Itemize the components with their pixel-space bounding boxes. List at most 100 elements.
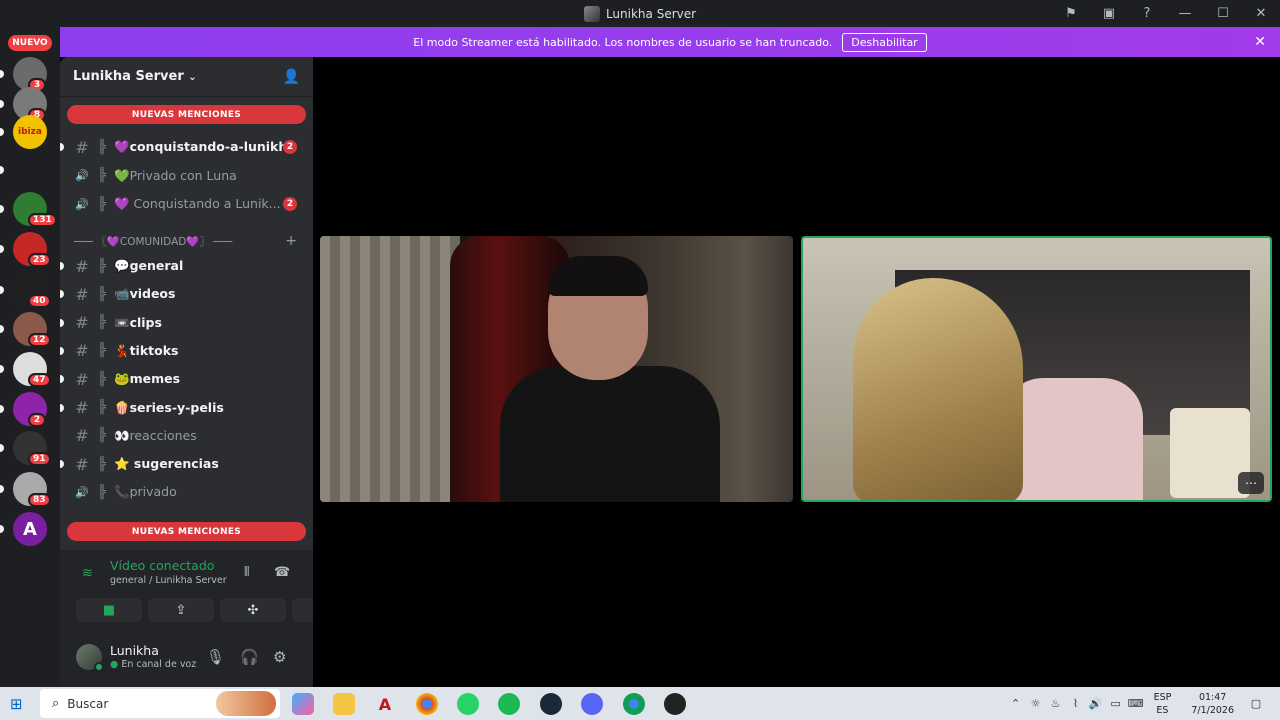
copilot-icon[interactable]	[292, 693, 314, 715]
invite-icon[interactable]: 👤	[283, 69, 300, 85]
close-banner-icon[interactable]: ✕	[1254, 34, 1266, 50]
channel-item[interactable]: # ╠ 💬general	[60, 253, 313, 279]
volume-icon[interactable]: 🔊	[1086, 697, 1106, 710]
windows-start-icon[interactable]: ⊞	[10, 695, 23, 713]
new-mentions-top[interactable]: NUEVAS MENCIONES	[67, 105, 306, 124]
inbox-icon[interactable]: ▣	[1090, 0, 1128, 27]
unread-indicator	[60, 346, 64, 355]
unread-indicator	[0, 245, 4, 253]
tree-glyph: ╠	[98, 196, 106, 212]
channel-item[interactable]: # ╠ 🍿series-y-pelis	[60, 395, 313, 421]
video-person	[500, 366, 720, 502]
channel-item[interactable]: 🔊 ╠ 💚Privado con Luna	[60, 163, 313, 189]
activities-button[interactable]: ✣	[220, 598, 286, 622]
chrome-profile-icon[interactable]	[623, 693, 645, 715]
server-icon-3[interactable]	[13, 153, 47, 187]
settings-gear-icon[interactable]: ⚙	[273, 648, 286, 666]
camera-button[interactable]: ■	[76, 598, 142, 622]
file-explorer-icon[interactable]	[333, 693, 355, 715]
battery-icon[interactable]: ▭	[1106, 697, 1126, 710]
server-icon-2[interactable]: ibiza	[13, 115, 47, 149]
close-window-button[interactable]: ✕	[1242, 0, 1280, 27]
tree-glyph: ╠	[98, 371, 106, 387]
headphones-icon[interactable]: 🎧	[240, 648, 259, 666]
discord-icon[interactable]	[581, 693, 603, 715]
unread-indicator	[60, 143, 64, 151]
disable-streamer-button[interactable]: Deshabilitar	[842, 32, 927, 52]
server-header[interactable]: Lunikha Server ⌄ 👤	[60, 57, 313, 97]
voice-panel: ≋ Vídeo conectado general / Lunikha Serv…	[60, 550, 358, 634]
disconnect-icon[interactable]: ☎	[274, 565, 290, 580]
chevron-up-icon[interactable]: ⌃	[1006, 697, 1026, 710]
notifications-icon[interactable]: ▢	[1246, 697, 1266, 710]
server-badge: 91	[28, 452, 51, 466]
server-icon-12[interactable]: A	[13, 512, 47, 546]
taskbar-search[interactable]: ⌕ Buscar	[40, 689, 280, 718]
server-badge: 40	[28, 294, 51, 308]
language-indicator[interactable]: ESP ES	[1154, 691, 1172, 717]
channel-name: 👀reacciones	[114, 427, 197, 443]
hash-icon: #	[75, 256, 89, 276]
more-options-icon[interactable]: ⋯	[1238, 472, 1264, 494]
signal-icon[interactable]: ≋	[82, 566, 93, 581]
noise-suppression-icon[interactable]: ⫴	[244, 565, 249, 580]
flag-icon[interactable]: ⚑	[1052, 0, 1090, 27]
app-icon[interactable]	[664, 693, 686, 715]
chrome-icon[interactable]	[416, 693, 438, 715]
avatar[interactable]	[76, 644, 104, 672]
microphone-icon[interactable]: 🎙	[206, 648, 225, 666]
new-mentions-bottom[interactable]: NUEVAS MENCIONES	[67, 522, 306, 541]
unread-indicator	[60, 460, 64, 469]
voice-status[interactable]: Vídeo conectado	[110, 558, 214, 573]
channel-item[interactable]: # ╠ ⭐ sugerencias	[60, 451, 313, 477]
voice-location[interactable]: general / Lunikha Server	[110, 575, 227, 586]
channel-item[interactable]: 🔊 ╠ 💜 Conquistando a Lunik... 2	[60, 191, 313, 217]
channel-item[interactable]: # ╠ 💜conquistando-a-lunikha 2	[60, 134, 313, 160]
acrobat-icon[interactable]: A	[374, 693, 396, 715]
channel-item[interactable]: # ╠ 📼clips	[60, 310, 313, 336]
whatsapp-icon[interactable]	[457, 693, 479, 715]
chevron-down-icon: ⌄	[188, 72, 197, 83]
user-name[interactable]: Lunikha	[110, 643, 159, 658]
search-highlight-image[interactable]	[216, 691, 276, 716]
help-icon[interactable]: ?	[1128, 0, 1166, 27]
steam-icon[interactable]	[540, 693, 562, 715]
category-comunidad[interactable]: ─── 〖💜COMUNIDAD💜〗 ─── +	[60, 229, 313, 253]
channel-item[interactable]: # ╠ 📹videos	[60, 281, 313, 307]
channel-item[interactable]: # ╠ 🐸memes	[60, 366, 313, 392]
channel-item[interactable]: 🔊 ╠ 📞privado	[60, 479, 313, 505]
channel-item[interactable]: # ╠ 💃tiktoks	[60, 338, 313, 364]
unread-indicator	[0, 365, 4, 373]
channel-name: 📹videos	[114, 286, 176, 302]
server-icon	[583, 5, 600, 22]
hash-icon: #	[75, 369, 89, 389]
new-badge[interactable]: NUEVO	[8, 35, 52, 51]
tray-app-icon[interactable]: ♨	[1046, 697, 1066, 710]
video-tile-1[interactable]	[320, 236, 793, 502]
speaker-icon: 🔊	[75, 485, 89, 499]
tray-app-icon[interactable]: ☼	[1026, 697, 1046, 710]
title-bar-actions: ⚑ ▣ ? — ☐ ✕	[1052, 0, 1280, 27]
server-badge: 83	[28, 493, 51, 507]
minimize-button[interactable]: —	[1166, 0, 1204, 27]
unread-indicator	[0, 205, 4, 213]
maximize-button[interactable]: ☐	[1204, 0, 1242, 27]
unread-indicator	[0, 325, 4, 333]
spotify-icon[interactable]	[498, 693, 520, 715]
channel-item[interactable]: # ╠ 👀reacciones	[60, 423, 313, 449]
lang-bottom: ES	[1156, 704, 1169, 716]
video-background	[320, 236, 460, 502]
unread-indicator	[60, 262, 64, 270]
unread-indicator	[60, 318, 64, 327]
add-channel-icon[interactable]: +	[285, 233, 297, 249]
tree-glyph: ╠	[98, 343, 106, 359]
wifi-icon[interactable]: ⌇	[1066, 697, 1086, 710]
window-title: Lunikha Server	[583, 5, 696, 22]
unread-indicator	[60, 375, 64, 384]
keyboard-icon[interactable]: ⌨	[1126, 697, 1146, 710]
screen-share-button[interactable]: ⇪	[148, 598, 214, 622]
video-tile-2[interactable]: ⋯	[801, 236, 1272, 502]
server-rail: NUEVO 3 8 ibiza 131 23 40 12 47 2 91 83 A	[0, 27, 60, 687]
tree-glyph: ╠	[98, 139, 106, 155]
clock[interactable]: 01:47 7/1/2026	[1191, 691, 1234, 717]
